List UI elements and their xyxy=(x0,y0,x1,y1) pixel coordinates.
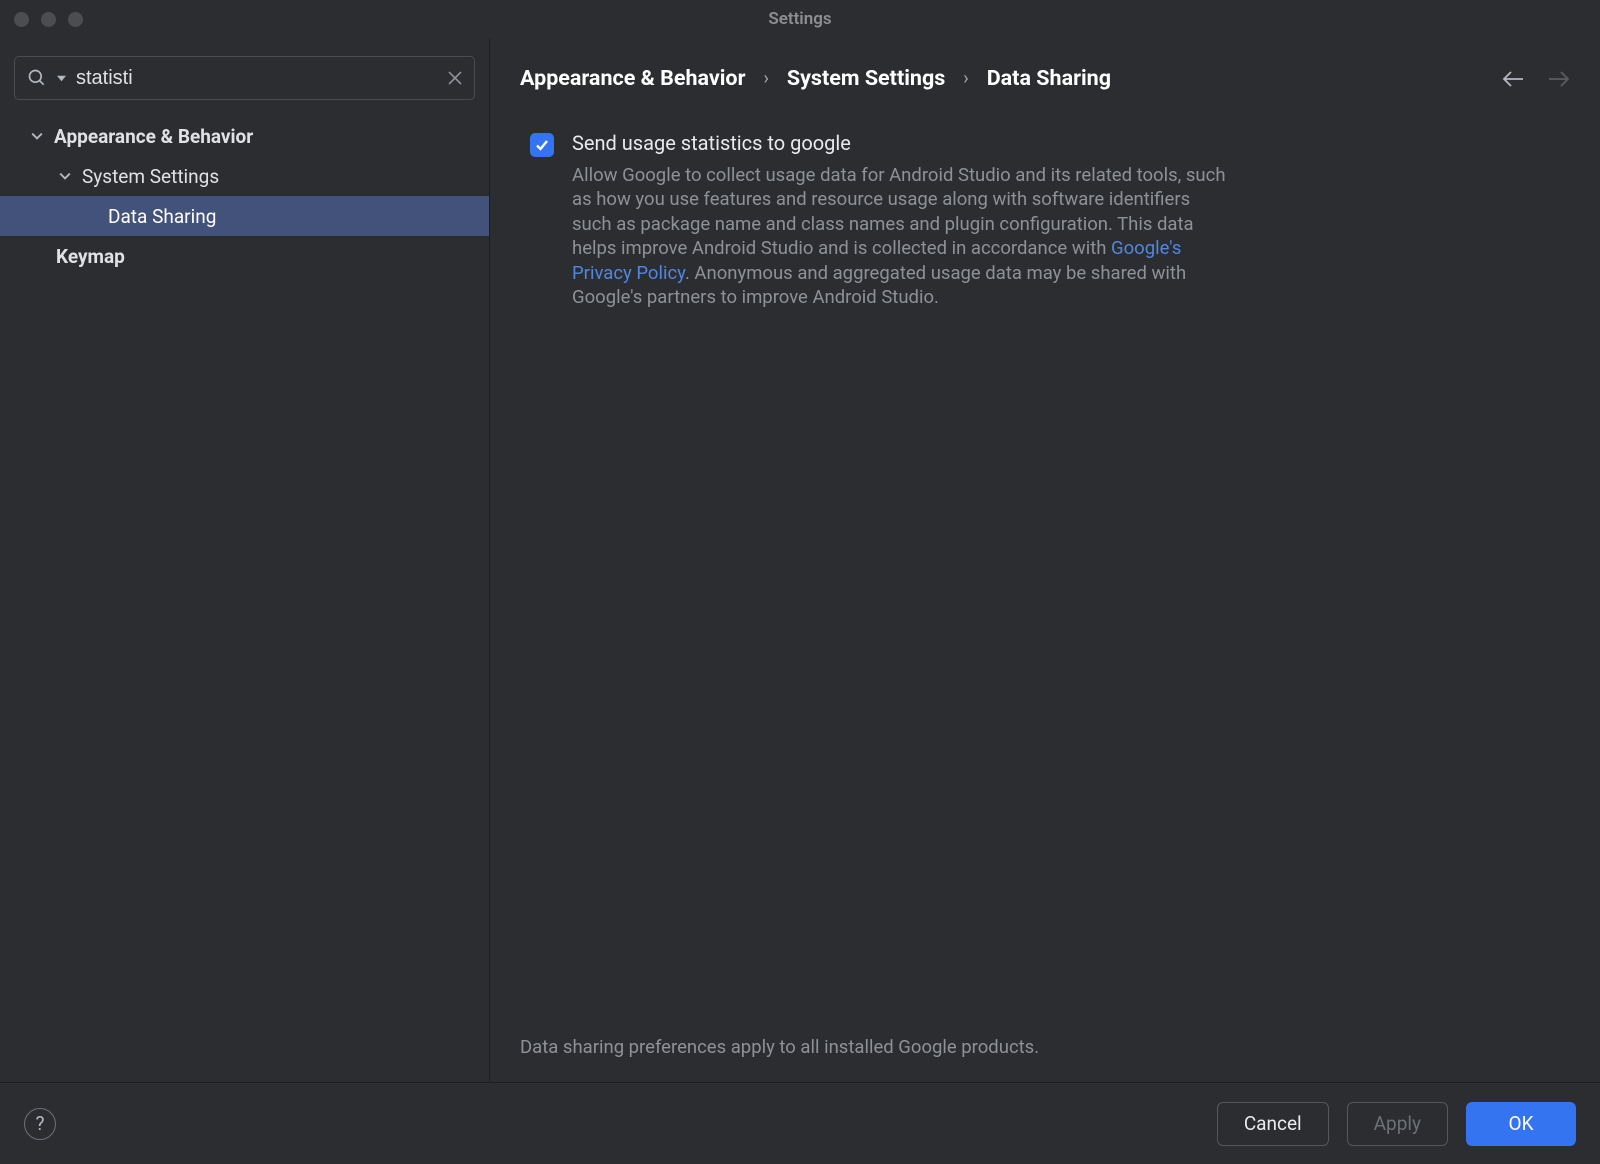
back-arrow-icon[interactable] xyxy=(1502,70,1524,88)
option-text: Send usage statistics to google Allow Go… xyxy=(572,131,1560,309)
button-label: OK xyxy=(1509,1112,1534,1135)
tree-label: Keymap xyxy=(56,245,125,268)
action-buttons: Cancel Apply OK xyxy=(1217,1102,1576,1146)
search-wrap xyxy=(0,48,489,112)
forward-arrow-icon xyxy=(1548,70,1570,88)
close-window-button[interactable] xyxy=(14,12,29,27)
window-controls xyxy=(14,12,83,27)
sidebar: Appearance & Behavior System Settings Da… xyxy=(0,38,490,1082)
breadcrumb-separator: › xyxy=(963,68,968,89)
tree-item-keymap[interactable]: Keymap xyxy=(0,236,489,276)
breadcrumb: Appearance & Behavior › System Settings … xyxy=(520,66,1111,91)
help-icon: ? xyxy=(36,1112,45,1135)
search-box[interactable] xyxy=(14,56,475,100)
settings-tree: Appearance & Behavior System Settings Da… xyxy=(0,112,489,1082)
ok-button[interactable]: OK xyxy=(1466,1102,1576,1146)
breadcrumb-item: Data Sharing xyxy=(987,66,1111,91)
breadcrumb-item[interactable]: Appearance & Behavior xyxy=(520,66,745,91)
send-usage-statistics-option: Send usage statistics to google Allow Go… xyxy=(530,131,1560,309)
chevron-down-icon xyxy=(56,170,74,182)
maximize-window-button[interactable] xyxy=(68,12,83,27)
clear-search-icon[interactable] xyxy=(448,71,462,85)
tree-label: Appearance & Behavior xyxy=(54,125,253,148)
content-body: Send usage statistics to google Allow Go… xyxy=(490,101,1600,1036)
body: Appearance & Behavior System Settings Da… xyxy=(0,38,1600,1082)
content-header: Appearance & Behavior › System Settings … xyxy=(490,38,1600,101)
tree-item-appearance-behavior[interactable]: Appearance & Behavior xyxy=(0,116,489,156)
tree-item-data-sharing[interactable]: Data Sharing xyxy=(0,196,489,236)
option-description: Allow Google to collect usage data for A… xyxy=(572,163,1232,309)
tree-label: System Settings xyxy=(82,165,219,188)
titlebar: Settings xyxy=(0,0,1600,38)
tree-label: Data Sharing xyxy=(108,205,216,228)
option-title: Send usage statistics to google xyxy=(572,131,1560,155)
button-label: Apply xyxy=(1374,1112,1421,1135)
breadcrumb-separator: › xyxy=(763,68,768,89)
settings-window: Settings xyxy=(0,0,1600,1164)
window-title: Settings xyxy=(768,9,831,29)
bottombar: ? Cancel Apply OK xyxy=(0,1082,1600,1164)
nav-arrows xyxy=(1502,70,1570,88)
cancel-button[interactable]: Cancel xyxy=(1217,1102,1329,1146)
search-dropdown-icon[interactable] xyxy=(57,74,66,83)
content-pane: Appearance & Behavior › System Settings … xyxy=(490,38,1600,1082)
apply-button: Apply xyxy=(1347,1102,1448,1146)
button-label: Cancel xyxy=(1244,1112,1302,1135)
footer-note: Data sharing preferences apply to all in… xyxy=(490,1036,1600,1082)
help-button[interactable]: ? xyxy=(24,1108,56,1140)
search-icon xyxy=(27,68,47,88)
breadcrumb-item[interactable]: System Settings xyxy=(787,66,945,91)
tree-item-system-settings[interactable]: System Settings xyxy=(0,156,489,196)
send-usage-statistics-checkbox[interactable] xyxy=(530,133,554,157)
search-input[interactable] xyxy=(76,67,438,90)
minimize-window-button[interactable] xyxy=(41,12,56,27)
chevron-down-icon xyxy=(28,130,46,142)
